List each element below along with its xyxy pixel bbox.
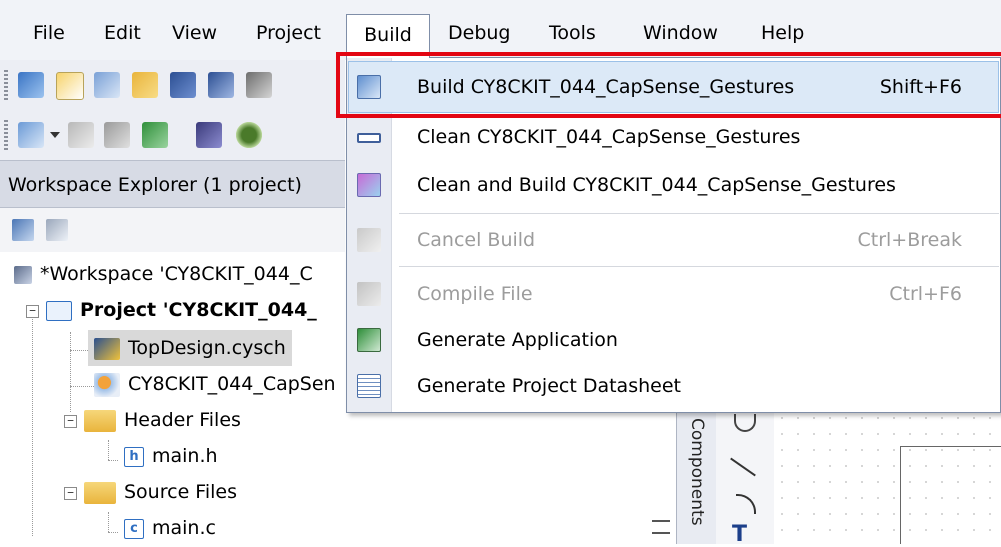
project-icon: [46, 300, 72, 321]
tree-line: [108, 440, 109, 460]
build-toolbar: [0, 110, 345, 160]
text-tool-icon[interactable]: T: [732, 524, 756, 546]
folder-icon: [84, 409, 116, 432]
tree-item-topdesign[interactable]: TopDesign.cysch: [88, 330, 292, 366]
menu-item-generate-application[interactable]: Generate Application: [347, 316, 1000, 364]
menu-file[interactable]: File: [33, 18, 65, 48]
toolbar-grip[interactable]: [4, 120, 8, 150]
menu-item-label: Cancel Build: [417, 229, 536, 251]
cancel-build-icon[interactable]: [68, 122, 94, 148]
schematic-frame: [900, 446, 1001, 544]
menu-item-label: Clean CY8CKIT_044_CapSense_Gestures: [417, 126, 801, 148]
save-icon[interactable]: [170, 72, 196, 98]
clean-and-build-icon: [357, 173, 381, 197]
tree-item-design-wide-resources[interactable]: CY8CKIT_044_CapSen: [94, 366, 336, 402]
schematic-icon: [94, 337, 120, 360]
open-folder-icon[interactable]: [132, 72, 158, 98]
arc-tool-icon[interactable]: [734, 414, 756, 432]
drawing-tools-strip: T: [716, 410, 774, 546]
menu-tools[interactable]: Tools: [549, 18, 596, 48]
workspace-icon: [14, 265, 32, 284]
tree-item-label: TopDesign.cysch: [128, 337, 286, 359]
tree-item-project[interactable]: Project 'CY8CKIT_044_: [46, 292, 317, 328]
menu-project[interactable]: Project: [256, 18, 321, 48]
tree-item-label: main.c: [152, 517, 216, 539]
clean-icon: [357, 133, 381, 143]
tree-item-label: main.h: [152, 445, 218, 467]
menu-item-label: Compile File: [417, 283, 533, 305]
print-icon[interactable]: [246, 72, 272, 98]
tree-line: [32, 316, 33, 536]
curve-tool-icon[interactable]: [736, 494, 756, 514]
cancel-build-icon: [357, 228, 381, 252]
panel-menu-icon[interactable]: [652, 520, 670, 534]
standard-toolbar: [0, 60, 345, 110]
collapse-toggle-icon[interactable]: −: [26, 305, 39, 318]
folder-icon: [84, 481, 116, 504]
debug-bug-icon[interactable]: [236, 122, 262, 148]
menu-item-clean-and-build[interactable]: Clean and Build CY8CKIT_044_CapSense_Ges…: [347, 161, 1000, 209]
tree-item-label: Header Files: [124, 409, 241, 431]
tree-item-label: *Workspace 'CY8CKIT_044_C: [40, 263, 313, 285]
tree-item-label: Project 'CY8CKIT_044_: [80, 299, 317, 321]
collapse-toggle-icon[interactable]: −: [64, 487, 77, 500]
collapse-toggle-icon[interactable]: −: [64, 415, 77, 428]
menu-help[interactable]: Help: [761, 18, 804, 48]
design-wide-resources-icon: [94, 372, 120, 397]
tree-item-source-files[interactable]: Source Files: [84, 474, 237, 510]
menu-item-compile-file[interactable]: Compile File Ctrl+F6: [347, 270, 1000, 318]
menu-item-shortcut: Ctrl+Break: [857, 229, 963, 251]
tree-line: [108, 512, 109, 532]
menu-item-label: Clean and Build CY8CKIT_044_CapSense_Ges…: [417, 174, 896, 196]
line-tool-icon[interactable]: [730, 457, 756, 477]
menu-item-label: Generate Project Datasheet: [417, 375, 681, 397]
menu-debug[interactable]: Debug: [448, 18, 510, 48]
tree-line: [108, 532, 118, 533]
workspace-explorer-header: Workspace Explorer (1 project): [0, 160, 345, 208]
tree-line: [70, 332, 71, 412]
components-tab[interactable]: Components: [676, 410, 718, 544]
build-icon[interactable]: [18, 122, 44, 148]
workspace-explorer-toolbar: [0, 208, 345, 252]
menu-item-cancel-build[interactable]: Cancel Build Ctrl+Break: [347, 216, 1000, 264]
generate-application-icon[interactable]: [142, 122, 168, 148]
menu-item-clean[interactable]: Clean CY8CKIT_044_CapSense_Gestures: [347, 113, 1000, 161]
menu-window[interactable]: Window: [643, 18, 718, 48]
compile-icon: [357, 282, 381, 306]
menu-item-shortcut: Ctrl+F6: [889, 283, 962, 305]
menu-item-label: Generate Application: [417, 329, 618, 351]
menu-view[interactable]: View: [172, 18, 217, 48]
show-all-files-icon[interactable]: [46, 219, 68, 241]
menu-bar: File Edit View Project Debug Tools Windo…: [0, 0, 1001, 60]
datasheet-icon: [357, 374, 381, 398]
c-file-icon: c: [124, 518, 144, 539]
tree-line: [108, 460, 118, 461]
dropdown-arrow-icon[interactable]: [50, 132, 60, 138]
menu-edit[interactable]: Edit: [104, 18, 141, 48]
highlight-annotation-box: [336, 52, 1001, 118]
menu-item-generate-datasheet[interactable]: Generate Project Datasheet: [347, 362, 1000, 410]
toolbar-grip[interactable]: [4, 70, 8, 100]
components-tab-label: Components: [687, 418, 707, 526]
new-project-icon[interactable]: [18, 72, 44, 98]
tree-item-header-files[interactable]: Header Files: [84, 402, 241, 438]
collapse-all-icon[interactable]: [12, 219, 34, 241]
workspace-explorer-title: Workspace Explorer (1 project): [8, 174, 302, 196]
add-item-icon[interactable]: [94, 72, 120, 98]
new-item-icon[interactable]: [56, 72, 84, 100]
tree-item-label: CY8CKIT_044_CapSen: [128, 373, 336, 395]
save-all-icon[interactable]: [208, 72, 234, 98]
generate-application-icon: [357, 328, 381, 352]
header-file-icon: h: [124, 446, 144, 467]
compile-icon[interactable]: [104, 122, 130, 148]
tree-item-main-c[interactable]: c main.c: [124, 510, 216, 546]
tree-item-workspace[interactable]: *Workspace 'CY8CKIT_044_C: [14, 256, 313, 292]
tree-item-label: Source Files: [124, 481, 237, 503]
menu-separator: [399, 266, 999, 267]
tree-item-main-h[interactable]: h main.h: [124, 438, 218, 474]
program-icon[interactable]: [196, 122, 222, 148]
menu-separator: [399, 213, 999, 214]
